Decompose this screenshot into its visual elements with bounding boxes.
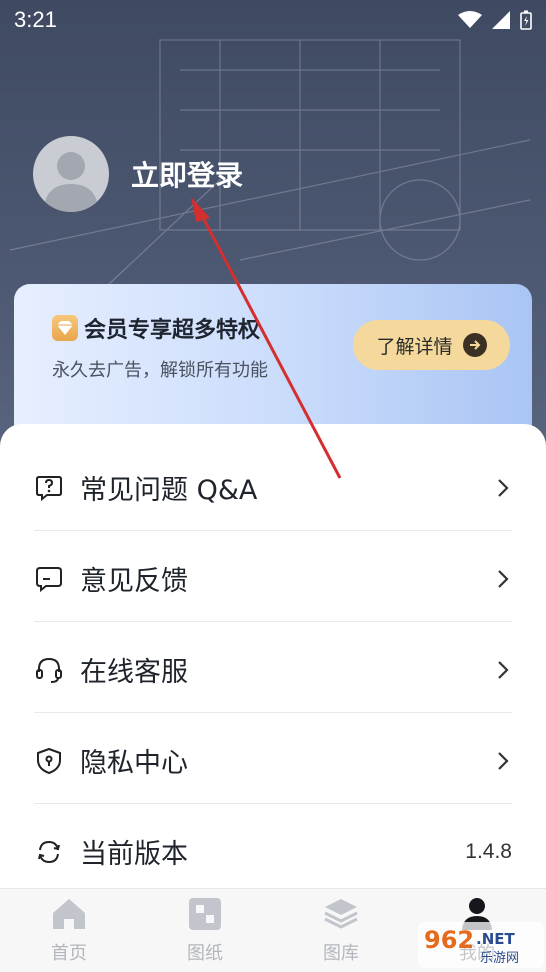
chevron-right-icon bbox=[498, 751, 509, 770]
divider bbox=[34, 803, 512, 804]
vip-card[interactable]: 会员专享超多特权 永久去广告，解锁所有功能 了解详情 bbox=[14, 284, 532, 440]
chat-bubble-icon bbox=[34, 564, 64, 594]
status-bar: 3:21 bbox=[0, 0, 546, 40]
svg-text:962: 962 bbox=[424, 926, 474, 954]
menu-item-privacy[interactable]: 隐私中心 bbox=[34, 715, 512, 806]
tab-label: 图纸 bbox=[187, 943, 223, 964]
question-chat-icon bbox=[34, 473, 64, 503]
menu-item-faq[interactable]: 常见问题 Q&A bbox=[34, 442, 512, 533]
menu-item-label: 在线客服 bbox=[80, 657, 188, 688]
learn-more-label: 了解详情 bbox=[376, 335, 453, 358]
tab-home[interactable]: 首页 bbox=[29, 895, 109, 967]
tab-gallery[interactable]: 图库 bbox=[301, 895, 381, 967]
arrow-right-icon bbox=[462, 333, 487, 357]
login-area[interactable]: 立即登录 bbox=[33, 136, 243, 212]
status-icons bbox=[458, 10, 532, 30]
menu-item-version[interactable]: 当前版本 1.4.8 bbox=[34, 806, 512, 897]
vip-title: 会员专享超多特权 bbox=[84, 318, 261, 343]
user-avatar-icon[interactable] bbox=[33, 136, 109, 212]
battery-icon bbox=[520, 10, 532, 30]
learn-more-button[interactable]: 了解详情 bbox=[353, 320, 510, 370]
tab-drawings[interactable]: 图纸 bbox=[165, 895, 245, 967]
tab-label: 图库 bbox=[323, 943, 359, 964]
divider bbox=[34, 621, 512, 622]
drawing-icon bbox=[186, 895, 224, 933]
menu-sheet: 常见问题 Q&A 意见反馈 在线客服 隐私中心 当前版本 1.4.8 bbox=[0, 424, 546, 890]
menu-item-label: 当前版本 bbox=[80, 839, 188, 870]
tab-label: 首页 bbox=[51, 943, 87, 964]
shield-icon bbox=[34, 746, 64, 776]
home-icon bbox=[50, 895, 88, 933]
wifi-icon bbox=[458, 11, 482, 28]
headset-icon bbox=[34, 655, 64, 685]
divider bbox=[34, 530, 512, 531]
layers-icon bbox=[322, 895, 360, 933]
watermark-logo: 962 .NET 乐游网 bbox=[418, 922, 544, 968]
svg-text:乐游网: 乐游网 bbox=[480, 951, 519, 966]
menu-item-label: 隐私中心 bbox=[80, 748, 188, 779]
menu-item-customer-service[interactable]: 在线客服 bbox=[34, 624, 512, 715]
menu-item-label: 常见问题 Q&A bbox=[80, 475, 258, 506]
vip-title-row: 会员专享超多特权 bbox=[52, 312, 260, 344]
menu-item-label: 意见反馈 bbox=[80, 566, 188, 597]
chevron-right-icon bbox=[498, 478, 509, 497]
vip-subtitle: 永久去广告，解锁所有功能 bbox=[52, 360, 268, 381]
svg-text:.NET: .NET bbox=[476, 930, 515, 948]
status-time: 3:21 bbox=[14, 7, 57, 32]
refresh-icon bbox=[34, 837, 64, 867]
signal-icon bbox=[492, 11, 510, 29]
menu-item-feedback[interactable]: 意见反馈 bbox=[34, 533, 512, 624]
chevron-right-icon bbox=[498, 569, 509, 588]
divider bbox=[34, 712, 512, 713]
diamond-icon bbox=[52, 315, 78, 341]
chevron-right-icon bbox=[498, 660, 509, 679]
version-value: 1.4.8 bbox=[465, 839, 512, 863]
login-label[interactable]: 立即登录 bbox=[131, 154, 243, 194]
